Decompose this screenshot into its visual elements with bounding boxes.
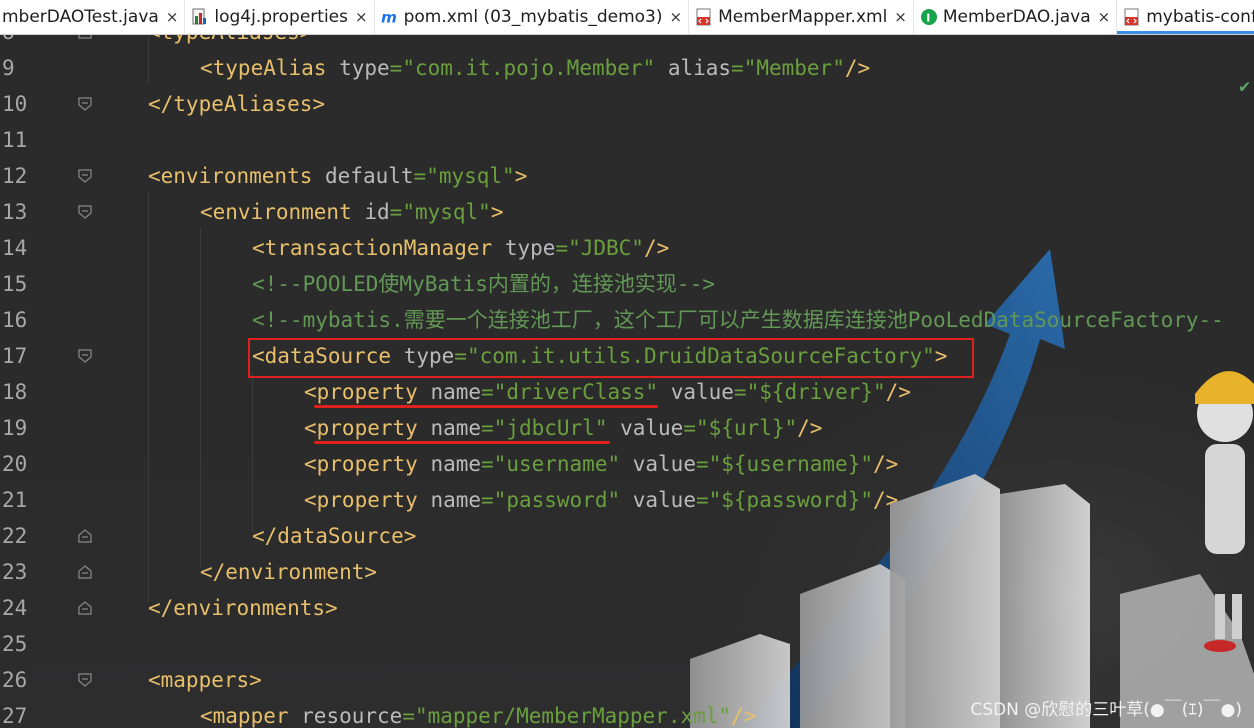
code-line[interactable]: <typeAliases> — [148, 34, 312, 50]
tab-log4j-properties[interactable]: log4j.properties × — [185, 0, 375, 34]
code-line[interactable]: <property name="username" value="${usern… — [304, 446, 898, 482]
tab-mybatis-config-xml[interactable]: mybatis-config.xml × — [1117, 0, 1254, 34]
svg-text:I: I — [926, 12, 930, 25]
fold-toggle-icon[interactable] — [77, 564, 93, 580]
line-number: 24 — [2, 596, 28, 620]
svg-text:m: m — [381, 8, 397, 26]
close-icon[interactable]: × — [355, 8, 368, 26]
code-line[interactable]: </typeAliases> — [148, 86, 325, 122]
tab-label: log4j.properties — [214, 7, 348, 27]
line-number: 13 — [2, 200, 28, 224]
editor-tab-bar: mberDAOTest.java × log4j.properties × m … — [0, 0, 1254, 35]
code-line[interactable]: </dataSource> — [252, 518, 416, 554]
line-number: 11 — [2, 128, 28, 152]
tab-label: pom.xml (03_mybatis_demo3) — [403, 7, 663, 27]
fold-toggle-icon[interactable] — [77, 168, 93, 184]
close-icon[interactable]: × — [1098, 8, 1111, 26]
properties-file-icon — [191, 8, 209, 26]
line-number: 9 — [2, 56, 15, 80]
indent-guide — [200, 228, 201, 568]
close-icon[interactable]: × — [894, 8, 907, 26]
line-number-gutter: 8 9 10 11 12 13 14 15 16 17 18 19 20 21 22 23 24 25 26 27 — [0, 34, 100, 728]
highlight-underline — [314, 405, 658, 408]
tab-member-dao-java[interactable]: I MemberDAO.java × — [914, 0, 1118, 34]
xml-file-icon — [1123, 8, 1141, 26]
line-number: 14 — [2, 236, 28, 260]
tab-member-dao-test[interactable]: mberDAOTest.java × — [0, 0, 186, 34]
java-interface-icon: I — [920, 8, 938, 26]
code-line[interactable]: <environment id="mysql"> — [200, 194, 503, 230]
highlight-underline — [314, 441, 610, 444]
code-editor[interactable]: ✔ 8 9 10 11 12 13 14 15 16 17 18 19 20 21 22 23 24 25 26 27… — [0, 34, 1254, 728]
line-number: 23 — [2, 560, 28, 584]
line-number: 17 — [2, 344, 28, 368]
code-line[interactable]: <property name="password" value="${passw… — [304, 482, 898, 518]
line-number: 25 — [2, 632, 28, 656]
tab-label: mberDAOTest.java — [2, 7, 159, 27]
code-line[interactable]: <mapper resource="mapper/MemberMapper.xm… — [200, 698, 756, 728]
fold-toggle-icon[interactable] — [77, 204, 93, 220]
code-line[interactable]: </environment> — [200, 554, 377, 590]
line-number: 21 — [2, 488, 28, 512]
line-number: 16 — [2, 308, 28, 332]
maven-icon: m — [381, 8, 399, 26]
code-line[interactable]: <transactionManager type="JDBC"/> — [252, 230, 669, 266]
code-line[interactable]: </environments> — [148, 590, 338, 626]
fold-toggle-icon[interactable] — [77, 348, 93, 364]
xml-file-icon — [695, 8, 713, 26]
tab-pom-xml[interactable]: m pom.xml (03_mybatis_demo3) × — [375, 0, 690, 34]
line-number: 26 — [2, 668, 28, 692]
highlight-box — [248, 338, 974, 378]
close-icon[interactable]: × — [166, 8, 179, 26]
indent-guide — [148, 192, 149, 602]
line-number: 12 — [2, 164, 28, 188]
watermark: CSDN @欣慰的三叶草(●￣(ｴ)￣●) — [970, 700, 1242, 720]
code-line[interactable]: <!--POOLED使MyBatis内置的，连接池实现--> — [252, 266, 715, 302]
fold-toggle-icon[interactable] — [77, 600, 93, 616]
line-number: 8 — [2, 34, 42, 50]
fold-toggle-icon[interactable] — [77, 528, 93, 544]
line-number: 27 — [2, 704, 28, 728]
code-line[interactable]: <environments default="mysql"> — [148, 158, 527, 194]
tab-member-mapper-xml[interactable]: MemberMapper.xml × — [689, 0, 914, 34]
line-number: 15 — [2, 272, 28, 296]
line-number: 22 — [2, 524, 28, 548]
fold-toggle-icon[interactable] — [77, 96, 93, 112]
tab-label: mybatis-config.xml — [1146, 7, 1254, 27]
code-line[interactable]: <mappers> — [148, 662, 262, 698]
inspection-ok-icon[interactable]: ✔ — [1239, 76, 1250, 97]
fold-toggle-icon[interactable] — [77, 672, 93, 688]
close-icon[interactable]: × — [669, 8, 682, 26]
line-number: 10 — [2, 92, 28, 116]
tab-label: MemberMapper.xml — [718, 7, 888, 27]
code-line[interactable]: <!--mybatis.需要一个连接池工厂，这个工厂可以产生数据库连接池PooL… — [252, 302, 1224, 338]
line-number: 20 — [2, 452, 28, 476]
code-line[interactable]: <typeAlias type="com.it.pojo.Member" ali… — [200, 50, 870, 86]
line-number: 18 — [2, 380, 28, 404]
tab-label: MemberDAO.java — [942, 7, 1091, 27]
indent-guide — [252, 372, 253, 532]
line-number: 19 — [2, 416, 28, 440]
